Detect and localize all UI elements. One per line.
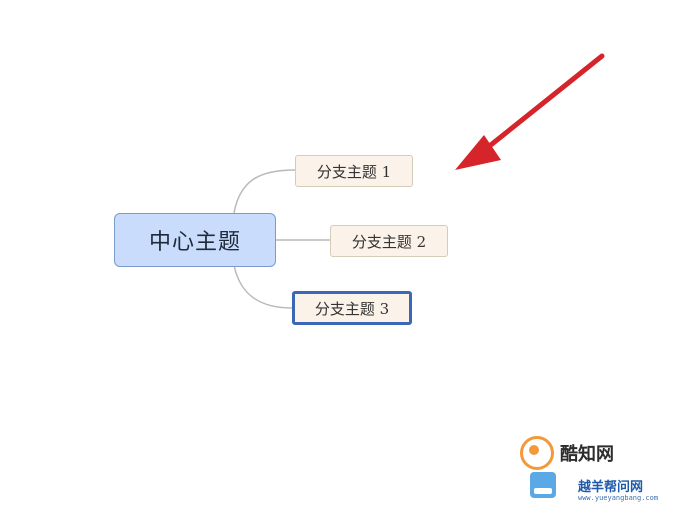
watermark-logo-icon <box>520 436 554 470</box>
connector-branch-3 <box>233 264 293 309</box>
branch-topic-3-label: 分支主题 3 <box>314 299 390 318</box>
branch-topic-1-label: 分支主题 1 <box>316 162 392 181</box>
central-topic-label: 中心主题 <box>148 230 241 255</box>
branch-topic-2[interactable]: 分支主题 2 <box>330 225 448 257</box>
branch-topic-1[interactable]: 分支主题 1 <box>295 155 413 187</box>
watermark-badge-icon <box>530 472 556 498</box>
watermark-line2: 越羊帮问网 <box>578 480 644 495</box>
watermark-line3: www.yueyangbang.com <box>578 494 659 502</box>
watermark-bottom: 越羊帮问网 www.yueyangbang.com <box>520 468 680 508</box>
mindmap-canvas[interactable]: 中心主题 分支主题 1 分支主题 2 分支主题 3 酷知网 越羊帮问网 www.… <box>0 0 682 512</box>
watermark-line1: 酷知网 <box>560 444 614 465</box>
watermark-top: 酷知网 <box>520 436 680 470</box>
branch-topic-3-selected[interactable]: 分支主题 3 <box>292 291 412 325</box>
branch-topic-2-label: 分支主题 2 <box>351 232 427 251</box>
central-topic-node[interactable]: 中心主题 <box>114 213 276 267</box>
connector-branch-1 <box>233 169 296 214</box>
